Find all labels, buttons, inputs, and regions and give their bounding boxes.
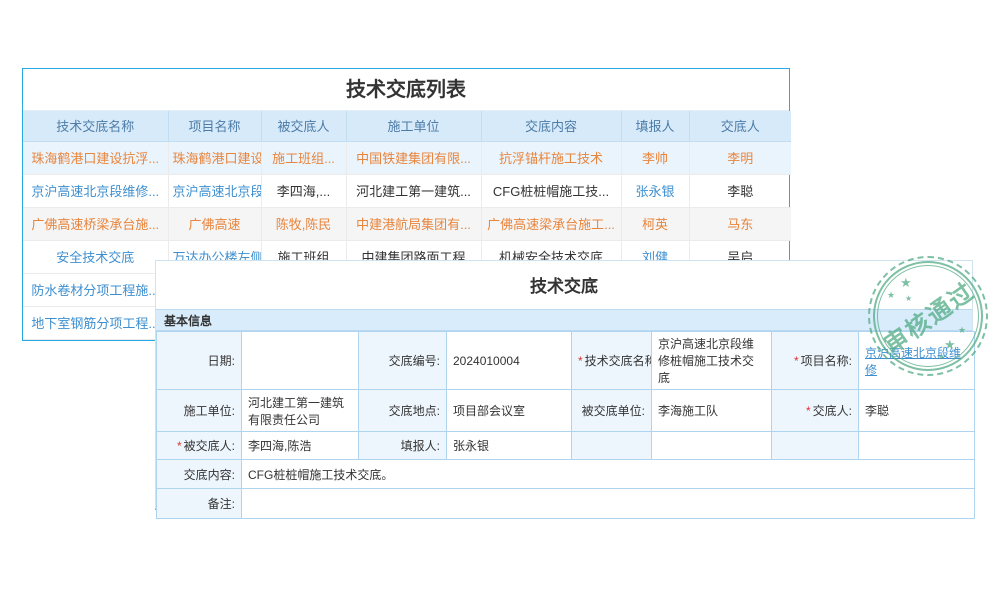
column-header-filler: 填报人	[621, 111, 689, 141]
cell-receiver: 施工班组...	[261, 141, 346, 174]
discloser-value: 李聪	[859, 390, 975, 432]
project-link[interactable]: 京沪高速北京段维修	[865, 346, 961, 377]
required-mark: *	[794, 354, 799, 368]
place-value: 项目部会议室	[447, 390, 572, 432]
content-value: CFG桩桩帽施工技术交底。	[242, 460, 975, 489]
unit-label: 施工单位:	[157, 390, 242, 432]
place-label: 交底地点:	[359, 390, 447, 432]
list-title: 技术交底列表	[23, 69, 789, 111]
date-value	[242, 332, 359, 390]
cell-unit: 河北建工第一建筑...	[346, 174, 481, 207]
empty-value-cell	[652, 432, 772, 460]
column-header-content: 交底内容	[481, 111, 621, 141]
cell-filler-link[interactable]: 张永银	[621, 174, 689, 207]
column-header-unit: 施工单位	[346, 111, 481, 141]
cell-receiver: 陈牧,陈民	[261, 207, 346, 240]
cell-receiver: 李四海,...	[261, 174, 346, 207]
remark-label: 备注:	[157, 489, 242, 519]
filler-value: 张永银	[447, 432, 572, 460]
discloser-label: *交底人:	[772, 390, 859, 432]
cell-name[interactable]: 珠海鹤港口建设抗浮...	[23, 141, 168, 174]
name-label: *技术交底名称:	[572, 332, 652, 390]
content-label: 交底内容:	[157, 460, 242, 489]
column-header-project: 项目名称	[168, 111, 261, 141]
section-header-basic-info: 基本信息	[156, 309, 972, 331]
cell-filler: 柯英	[621, 207, 689, 240]
recv-unit-value: 李海施工队	[652, 390, 772, 432]
cell-content: 抗浮锚杆施工技术	[481, 141, 621, 174]
cell-unit: 中建港航局集团有...	[346, 207, 481, 240]
column-header-discloser: 交底人	[689, 111, 791, 141]
table-row[interactable]: 广佛高速桥梁承台施... 广佛高速 陈牧,陈民 中建港航局集团有... 广佛高速…	[23, 207, 791, 240]
recv-unit-label: 被交底单位:	[572, 390, 652, 432]
cell-discloser: 李聪	[689, 174, 791, 207]
receivers-value: 李四海,陈浩	[242, 432, 359, 460]
detail-form-table: 日期: 交底编号: 2024010004 *技术交底名称: 京沪高速北京段维修桩…	[156, 331, 975, 519]
project-label: *项目名称:	[772, 332, 859, 390]
cell-content: CFG桩桩帽施工技...	[481, 174, 621, 207]
date-label: 日期:	[157, 332, 242, 390]
cell-filler: 李帅	[621, 141, 689, 174]
receivers-label: *被交底人:	[157, 432, 242, 460]
empty-label-cell	[572, 432, 652, 460]
cell-name-link[interactable]: 安全技术交底	[23, 240, 168, 273]
page: 技术交底列表 技术交底名称 项目名称 被交底人 施工单位 交底内容 填报人 交底…	[0, 0, 1000, 600]
cell-name-link[interactable]: 地下室钢筋分项工程...	[23, 306, 168, 339]
column-header-receiver: 被交底人	[261, 111, 346, 141]
cell-discloser: 李明	[689, 141, 791, 174]
project-value: 京沪高速北京段维修	[859, 332, 975, 390]
required-mark: *	[578, 354, 583, 368]
table-row[interactable]: 珠海鹤港口建设抗浮... 珠海鹤港口建设 施工班组... 中国铁建集团有限...…	[23, 141, 791, 174]
cell-name-link[interactable]: 京沪高速北京段维修...	[23, 174, 168, 207]
cell-project-link[interactable]: 京沪高速北京段...	[168, 174, 261, 207]
required-mark: *	[177, 439, 182, 453]
cell-project[interactable]: 珠海鹤港口建设	[168, 141, 261, 174]
empty-label-cell	[772, 432, 859, 460]
cell-discloser: 马东	[689, 207, 791, 240]
cell-project[interactable]: 广佛高速	[168, 207, 261, 240]
empty-value-cell	[859, 432, 975, 460]
remark-value	[242, 489, 975, 519]
form-title: 技术交底	[156, 261, 972, 309]
cell-name-link[interactable]: 防水卷材分项工程施...	[23, 273, 168, 306]
name-value: 京沪高速北京段维修桩帽施工技术交底	[652, 332, 772, 390]
required-mark: *	[806, 404, 811, 418]
number-label: 交底编号:	[359, 332, 447, 390]
cell-unit: 中国铁建集团有限...	[346, 141, 481, 174]
unit-value: 河北建工第一建筑有限责任公司	[242, 390, 359, 432]
column-header-name: 技术交底名称	[23, 111, 168, 141]
number-value: 2024010004	[447, 332, 572, 390]
disclosure-detail-panel: 技术交底 基本信息 日期: 交底编号: 2024010004 *技术交底名称: …	[155, 260, 973, 510]
table-row[interactable]: 京沪高速北京段维修... 京沪高速北京段... 李四海,... 河北建工第一建筑…	[23, 174, 791, 207]
filler-label: 填报人:	[359, 432, 447, 460]
cell-name[interactable]: 广佛高速桥梁承台施...	[23, 207, 168, 240]
table-header-row: 技术交底名称 项目名称 被交底人 施工单位 交底内容 填报人 交底人	[23, 111, 791, 141]
cell-content: 广佛高速梁承台施工...	[481, 207, 621, 240]
